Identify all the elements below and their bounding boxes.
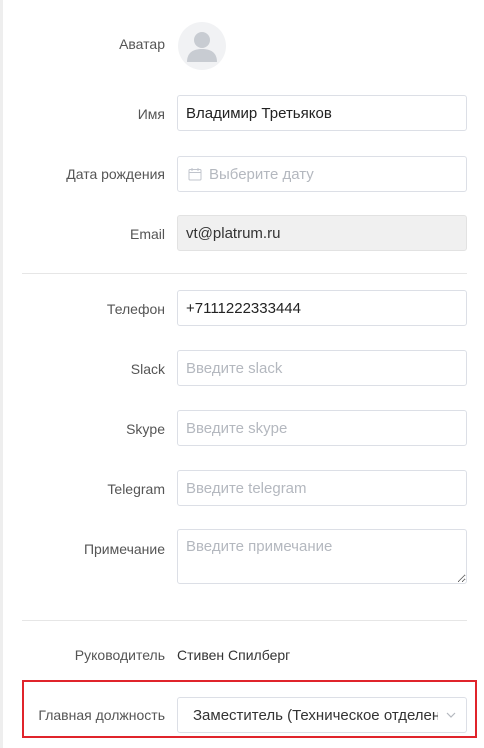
phone-label: Телефон [106, 301, 165, 317]
phone-input[interactable] [177, 290, 467, 326]
position-label: Главная должность [38, 707, 165, 723]
birthdate-label: Дата рождения [66, 166, 165, 182]
chevron-down-icon [446, 712, 456, 718]
email-label: Email [129, 226, 165, 242]
avatar-label: Аватар [119, 36, 165, 52]
manager-value[interactable]: Стивен Спилберг [177, 647, 290, 663]
manager-label: Руководитель [74, 647, 165, 663]
position-select-value: Заместитель (Техническое отделение) [193, 706, 438, 724]
slack-label: Slack [130, 361, 165, 377]
avatar[interactable] [178, 22, 226, 70]
name-label: Имя [137, 106, 165, 122]
section-divider [22, 620, 467, 621]
telegram-input[interactable] [177, 470, 467, 506]
skype-input[interactable] [177, 410, 467, 446]
birthdate-picker[interactable]: Выберите дату [177, 156, 467, 192]
slack-input[interactable] [177, 350, 467, 386]
email-input [177, 215, 467, 251]
name-input[interactable] [177, 95, 467, 131]
section-divider [22, 273, 467, 274]
birthdate-placeholder: Выберите дату [209, 165, 314, 183]
note-textarea[interactable] [177, 529, 467, 584]
note-label: Примечание [83, 541, 165, 557]
profile-form: Аватар Имя Дата рождения Выберите дату E… [0, 0, 484, 748]
telegram-label: Telegram [107, 481, 165, 497]
position-select[interactable]: Заместитель (Техническое отделение) [177, 697, 467, 733]
skype-label: Skype [126, 421, 165, 437]
calendar-icon [188, 168, 202, 181]
user-silhouette-icon [187, 32, 217, 62]
